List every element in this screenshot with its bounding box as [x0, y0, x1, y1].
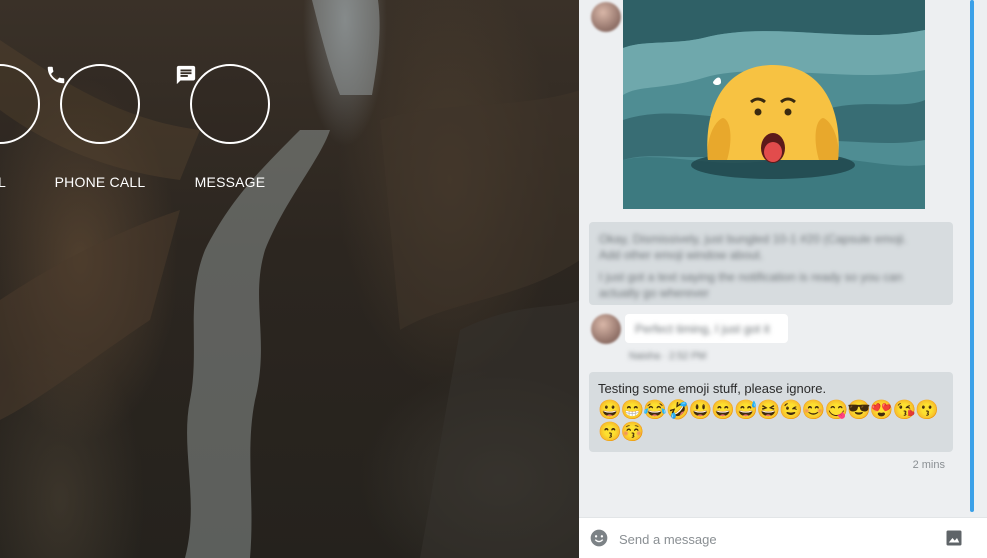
- message-timestamp: 2 mins: [912, 459, 945, 471]
- outgoing-message-bubble[interactable]: Testing some emoji stuff, please ignore.…: [589, 372, 953, 452]
- phone-icon: [47, 66, 65, 84]
- incoming-message-text: Perfect timing, I just got it: [635, 322, 770, 336]
- message-line: Add other emoji window about.: [599, 248, 764, 262]
- avatar[interactable]: [591, 2, 621, 32]
- phone-call-button[interactable]: [47, 64, 140, 144]
- incoming-message-meta: Naisha · 2:52 PM: [629, 351, 707, 362]
- message-line: actually go wherever: [599, 286, 710, 300]
- video-call-button[interactable]: [0, 64, 40, 144]
- scrollbar[interactable]: [970, 0, 974, 512]
- wallpaper-background: L PHONE CALL MESSAGE: [0, 0, 580, 558]
- incoming-message-bubble[interactable]: Perfect timing, I just got it: [625, 314, 788, 343]
- emoji-smile-icon[interactable]: [589, 528, 609, 548]
- phone-call-label: PHONE CALL: [54, 174, 146, 190]
- message-input[interactable]: [617, 527, 941, 551]
- phone-call-action[interactable]: PHONE CALL: [45, 64, 155, 190]
- message-text: Testing some emoji stuff, please ignore.: [598, 381, 827, 396]
- image-icon[interactable]: [945, 529, 963, 547]
- chat-panel: Okay, Dismissively, just bungled 10-1 #2…: [579, 0, 987, 558]
- sticker-image[interactable]: [623, 0, 925, 209]
- emoji-row: 😀😁😂🤣😃😄😅😆😉😊😋😎😍😘😗: [598, 400, 939, 421]
- message-line: Okay, Dismissively, just bungled 10-1 #2…: [599, 232, 907, 246]
- avatar[interactable]: [591, 314, 621, 344]
- message-line: I just got a text saying the notificatio…: [599, 270, 903, 284]
- message-composer: [579, 517, 987, 558]
- worried-face-sticker: [623, 0, 925, 209]
- message-icon: [176, 65, 196, 85]
- emoji-row: 😙😚: [598, 422, 644, 443]
- message-bubble[interactable]: Okay, Dismissively, just bungled 10-1 #2…: [589, 222, 953, 305]
- message-button[interactable]: [176, 64, 270, 144]
- message-action[interactable]: MESSAGE: [175, 64, 285, 190]
- message-label: MESSAGE: [194, 174, 266, 190]
